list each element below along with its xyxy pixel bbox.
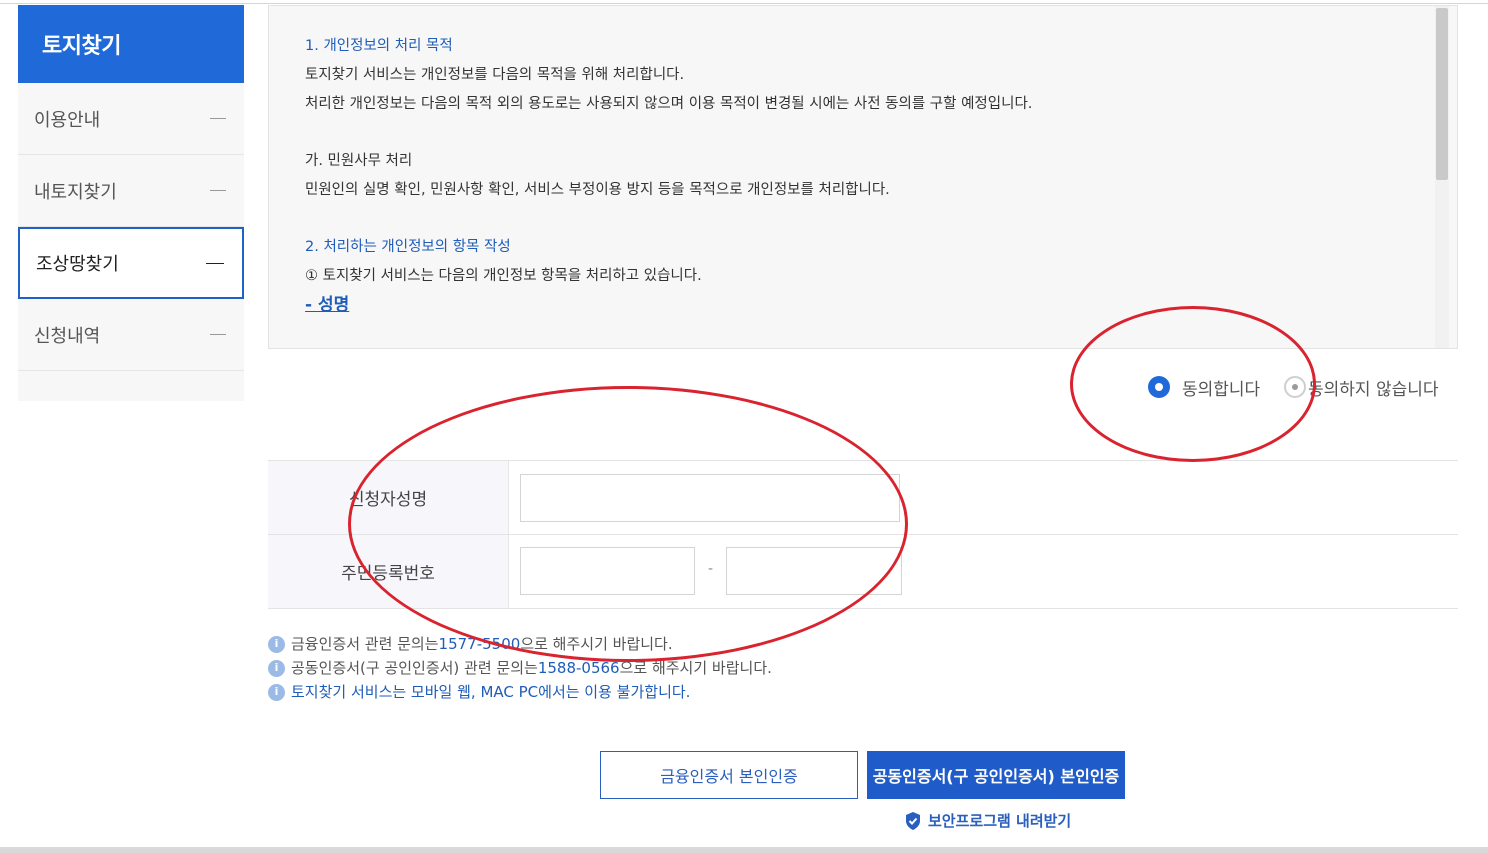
sidebar: 토지찾기 이용안내 내토지찾기 조상땅찾기 신청내역: [18, 5, 244, 401]
sidebar-item-my-land[interactable]: 내토지찾기: [18, 155, 244, 227]
minus-icon: [210, 118, 226, 119]
sidebar-item-label: 이용안내: [34, 109, 101, 131]
notice-item: i 토지찾기 서비스는 모바일 웹, MAC PC에서는 이용 불가합니다.: [268, 680, 772, 704]
info-icon: i: [268, 683, 285, 701]
form-row-rrn: 주민등록번호 -: [268, 535, 1458, 608]
sidebar-item-ancestor-land[interactable]: 조상땅찾기: [18, 227, 244, 299]
joint-cert-auth-button[interactable]: 공동인증서(구 공인인증서) 본인인증: [867, 751, 1125, 799]
privacy-subheading: 가. 민원사무 처리: [305, 153, 413, 169]
rrn-label: 주민등록번호: [268, 535, 509, 608]
minus-icon: [210, 334, 226, 335]
sidebar-item-label: 내토지찾기: [34, 181, 117, 203]
disagree-label: 동의하지 않습니다: [1308, 379, 1439, 400]
scrollbar-thumb[interactable]: [1436, 8, 1448, 180]
privacy-paragraph: 민원인의 실명 확인, 민원사항 확인, 서비스 부정이용 방지 등을 목적으로…: [305, 182, 890, 198]
sidebar-item-label: 조상땅찾기: [36, 254, 119, 275]
security-program-download-link[interactable]: 보안프로그램 내려받기: [904, 810, 1071, 831]
info-icon: i: [268, 635, 285, 653]
privacy-paragraph: 토지찾기 서비스는 개인정보를 다음의 목적을 위해 처리합니다.: [305, 67, 685, 83]
sidebar-item-guide[interactable]: 이용안내: [18, 83, 244, 155]
radio-unchecked-icon[interactable]: [1284, 376, 1306, 398]
rrn-front-input[interactable]: [520, 547, 695, 595]
notice-item: i 공동인증서(구 공인인증서) 관련 문의는 1588-0566 으로 해주시기…: [268, 656, 772, 680]
sidebar-item-history[interactable]: 신청내역: [18, 299, 244, 371]
privacy-name-link[interactable]: - 성명: [305, 295, 349, 315]
notice-list: i 금융인증서 관련 문의는 1577-5500 으로 해주시기 바랍니다. i …: [268, 632, 772, 704]
shield-check-icon: [906, 811, 920, 830]
top-divider: [0, 3, 1488, 4]
minus-icon: [206, 262, 224, 264]
applicant-name-label: 신청자성명: [268, 461, 509, 534]
radio-checked-icon[interactable]: [1148, 376, 1170, 398]
rrn-back-input[interactable]: [726, 547, 902, 595]
financial-cert-auth-button[interactable]: 금융인증서 본인인증: [600, 751, 858, 799]
notice-item: i 금융인증서 관련 문의는 1577-5500 으로 해주시기 바랍니다.: [268, 632, 772, 656]
applicant-name-input[interactable]: [520, 474, 900, 522]
privacy-policy-box[interactable]: 1. 개인정보의 처리 목적 토지찾기 서비스는 개인정보를 다음의 목적을 위…: [268, 5, 1458, 349]
privacy-policy-text: 1. 개인정보의 처리 목적 토지찾기 서비스는 개인정보를 다음의 목적을 위…: [305, 32, 1425, 321]
info-icon: i: [268, 659, 285, 677]
phone-number: 1588-0566: [537, 659, 620, 677]
agree-radio[interactable]: 동의합니다: [1148, 373, 1260, 401]
sidebar-title: 토지찾기: [18, 5, 244, 83]
agree-label: 동의합니다: [1182, 379, 1261, 400]
horizontal-scrollbar[interactable]: [0, 847, 1488, 853]
applicant-form: 신청자성명 주민등록번호 -: [268, 460, 1458, 609]
sidebar-item-label: 신청내역: [34, 325, 101, 347]
disagree-radio[interactable]: 동의하지 않습니다: [1284, 373, 1439, 401]
minus-icon: [210, 190, 226, 191]
privacy-paragraph: 처리한 개인정보는 다음의 목적 외의 용도로는 사용되지 않으며 이용 목적이…: [305, 96, 1033, 112]
privacy-heading: 1. 개인정보의 처리 목적: [305, 38, 453, 54]
rrn-hyphen: -: [708, 561, 714, 577]
phone-number: 1577-5500: [438, 635, 521, 653]
privacy-paragraph: ① 토지찾기 서비스는 다음의 개인정보 항목을 처리하고 있습니다.: [305, 268, 702, 284]
privacy-heading: 2. 처리하는 개인정보의 항목 작성: [305, 239, 511, 255]
form-row-name: 신청자성명: [268, 461, 1458, 535]
